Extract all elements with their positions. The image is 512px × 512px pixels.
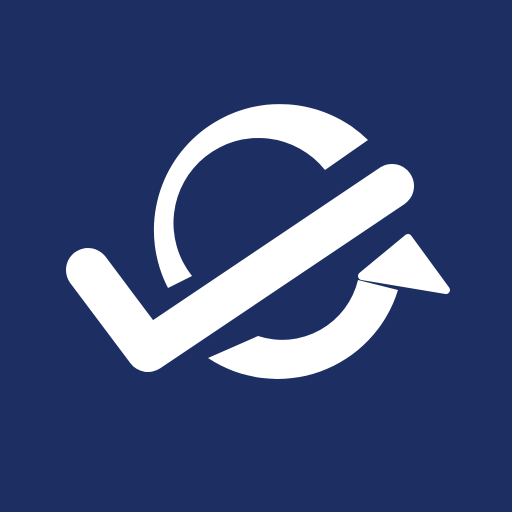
app-icon xyxy=(0,0,512,512)
sync-check-icon xyxy=(0,0,512,512)
